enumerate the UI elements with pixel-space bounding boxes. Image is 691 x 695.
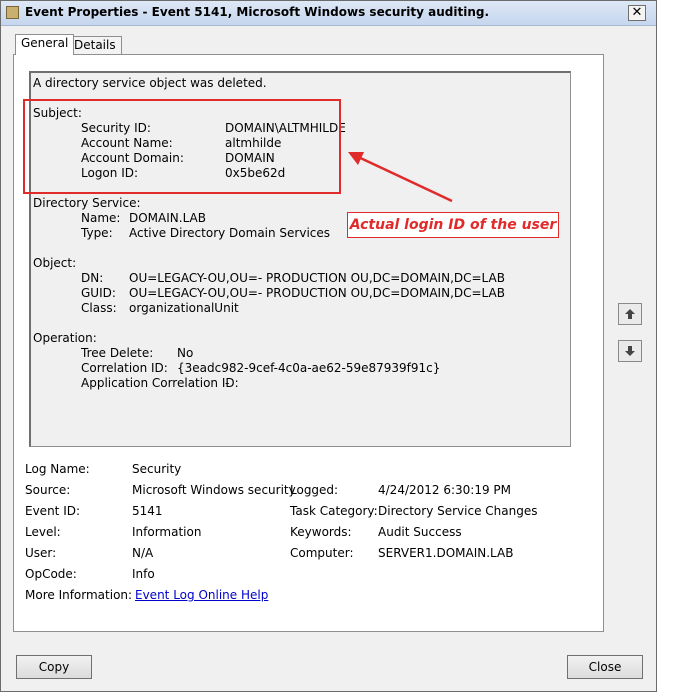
directory-label: Type:	[81, 226, 113, 240]
annotation-label: Actual login ID of the user	[347, 212, 559, 238]
directory-label: Name:	[81, 211, 121, 225]
window-close-button[interactable]: ✕	[628, 5, 646, 21]
object-header: Object:	[33, 256, 77, 270]
event-summary: A directory service object was deleted.	[33, 76, 267, 90]
user-value: N/A	[132, 546, 154, 560]
object-dn-value: OU=LEGACY-OU,OU=- PRODUCTION OU,DC=DOMAI…	[129, 271, 505, 285]
operation-label: Tree Delete:	[81, 346, 154, 360]
tab-general[interactable]: General	[15, 34, 75, 55]
application-correlation-value: -	[225, 376, 230, 390]
operation-header: Operation:	[33, 331, 97, 345]
application-correlation-label: Application Correlation ID:	[81, 376, 239, 390]
object-label: GUID:	[81, 286, 116, 300]
level-label: Level:	[25, 525, 61, 539]
title-bar[interactable]: Event Properties - Event 5141, Microsoft…	[1, 1, 656, 26]
object-guid-value: OU=LEGACY-OU,OU=- PRODUCTION OU,DC=DOMAI…	[129, 286, 505, 300]
correlation-id-value: {3eadc982-9cef-4c0a-ae62-59e87939f91c}	[177, 361, 441, 375]
source-value: Microsoft Windows security	[132, 483, 296, 497]
tree-delete-value: No	[177, 346, 194, 360]
event-id-value: 5141	[132, 504, 163, 518]
opcode-value: Info	[132, 567, 155, 581]
object-class-value: organizationalUnit	[129, 301, 239, 315]
source-label: Source:	[25, 483, 71, 497]
logged-value: 4/24/2012 6:30:19 PM	[378, 483, 512, 497]
object-label: DN:	[81, 271, 104, 285]
log-name-label: Log Name:	[25, 462, 90, 476]
operation-label: Correlation ID:	[81, 361, 168, 375]
task-category-label: Task Category:	[290, 504, 378, 518]
keywords-value: Audit Success	[378, 525, 462, 539]
annotation-highlight-box	[23, 99, 341, 194]
more-information-label: More Information:	[25, 588, 133, 602]
keywords-label: Keywords:	[290, 525, 352, 539]
directory-name-value: DOMAIN.LAB	[129, 211, 206, 225]
close-button[interactable]: Close	[567, 655, 643, 679]
computer-value: SERVER1.DOMAIN.LAB	[378, 546, 514, 560]
directory-service-header: Directory Service:	[33, 196, 141, 210]
opcode-label: OpCode:	[25, 567, 77, 581]
level-value: Information	[132, 525, 202, 539]
arrow-down-icon[interactable]	[618, 340, 642, 362]
event-log-online-help-link[interactable]: Event Log Online Help	[135, 588, 268, 602]
computer-label: Computer:	[290, 546, 354, 560]
event-id-label: Event ID:	[25, 504, 81, 518]
copy-button[interactable]: Copy	[16, 655, 92, 679]
object-label: Class:	[81, 301, 117, 315]
user-label: User:	[25, 546, 57, 560]
arrow-up-icon[interactable]	[618, 303, 642, 325]
log-name-value: Security	[132, 462, 182, 476]
annotation-arrow-icon	[348, 152, 453, 203]
logged-label: Logged:	[290, 483, 339, 497]
task-category-value: Directory Service Changes	[378, 504, 538, 518]
tab-details[interactable]: Details	[68, 36, 122, 54]
directory-type-value: Active Directory Domain Services	[129, 226, 331, 240]
window-title: Event Properties - Event 5141, Microsoft…	[25, 5, 490, 19]
event-viewer-icon	[6, 6, 19, 19]
